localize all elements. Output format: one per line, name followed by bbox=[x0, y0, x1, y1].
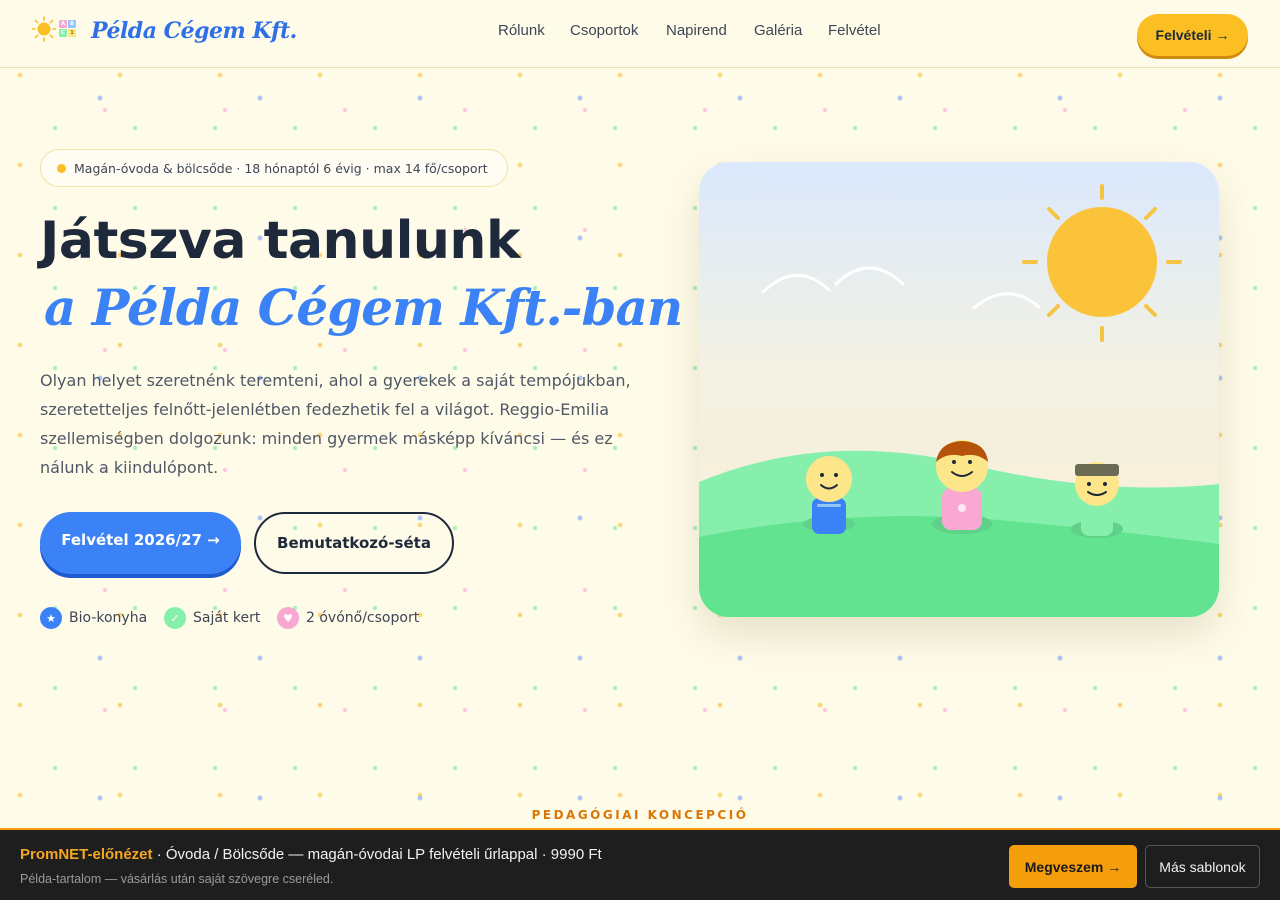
badge-text: Magán-óvoda & bölcsőde · 18 hónaptól 6 é… bbox=[74, 160, 488, 176]
feature-label: 2 óvónő/csoport bbox=[306, 610, 420, 626]
star-icon: ★ bbox=[40, 607, 62, 629]
info-badge: Magán-óvoda & bölcsőde · 18 hónaptól 6 é… bbox=[40, 149, 508, 187]
nav-link-rolunk[interactable]: Rólunk bbox=[498, 22, 545, 39]
heart-icon: ♥ bbox=[277, 607, 299, 629]
nav-link-napirend[interactable]: Napirend bbox=[666, 22, 727, 39]
nav-link-felvetel[interactable]: Felvétel bbox=[828, 22, 881, 39]
preview-subtitle: Példa-tartalom — vásárlás után saját szö… bbox=[20, 872, 334, 886]
check-icon: ✓ bbox=[164, 607, 186, 629]
tour-button[interactable]: Bemutatkozó-séta bbox=[254, 512, 454, 574]
nav-link-galeria[interactable]: Galéria bbox=[754, 22, 802, 39]
hero-title: Játszva tanulunk bbox=[40, 211, 521, 271]
hero-illustration bbox=[699, 162, 1219, 617]
nav-link-csoportok[interactable]: Csoportok bbox=[570, 22, 638, 39]
feature-label: Saját kert bbox=[193, 610, 261, 626]
birds-icon bbox=[761, 266, 1041, 310]
buy-button[interactable]: Megveszem → bbox=[1009, 845, 1137, 888]
badge-dot-icon bbox=[57, 163, 66, 173]
brand-name: Példa Cégem Kft. bbox=[91, 18, 297, 44]
logo-block-b: B bbox=[68, 20, 76, 28]
feature-item: ♥ 2 óvónő/csoport bbox=[277, 607, 419, 629]
logo-block-a: A bbox=[59, 20, 67, 28]
hero-lead: Olyan helyet szeretnénk teremteni, ahol … bbox=[40, 371, 631, 477]
sun-illustration bbox=[1022, 184, 1182, 342]
preview-brand: PromNET-előnézet bbox=[20, 846, 153, 863]
hero-title-accent: a Példa Cégem Kft.-ban bbox=[44, 278, 683, 337]
feature-item: ✓ Saját kert bbox=[164, 607, 260, 629]
feature-item: ★ Bio-konyha bbox=[40, 607, 147, 629]
preview-product: · Óvoda / Bölcsőde — magán-óvodai LP fel… bbox=[152, 846, 602, 863]
logo-block-c: C bbox=[59, 29, 67, 37]
more-templates-button[interactable]: Más sablonok bbox=[1145, 845, 1260, 888]
admission-cta-button[interactable]: Felvétel 2026/27 → bbox=[40, 512, 241, 574]
admission-button[interactable]: Felvételi → bbox=[1137, 14, 1248, 56]
logo-block-1: 1 bbox=[68, 29, 76, 37]
preview-title: PromNET-előnézet · Óvoda / Bölcsőde — ma… bbox=[20, 846, 602, 863]
feature-label: Bio-konyha bbox=[69, 610, 148, 626]
playground-scene bbox=[699, 184, 1219, 617]
preview-bar: PromNET-előnézet · Óvoda / Bölcsőde — ma… bbox=[0, 828, 1280, 900]
section-label: PEDAGÓGIAI KONCEPCIÓ bbox=[531, 808, 749, 822]
sun-icon bbox=[32, 16, 56, 42]
site-header: A B C 1 Példa Cégem Kft. Rólunk Csoporto… bbox=[0, 0, 1280, 68]
abc-blocks-icon: A B C 1 bbox=[59, 20, 77, 38]
